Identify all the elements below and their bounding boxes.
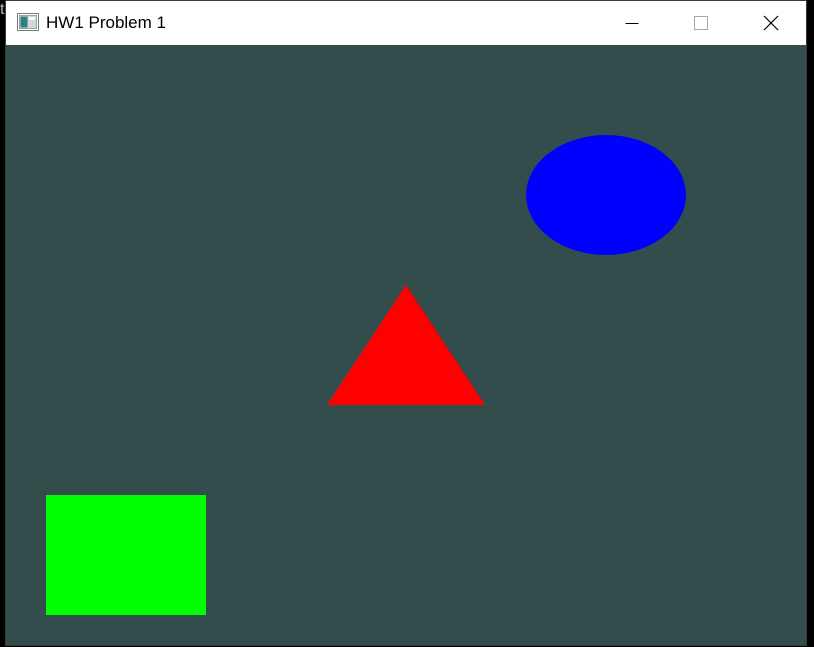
window-title: HW1 Problem 1 xyxy=(46,13,166,32)
render-canvas[interactable] xyxy=(6,45,806,645)
close-icon xyxy=(763,15,779,31)
title-bar[interactable]: HW1 Problem 1 xyxy=(6,1,806,45)
minimize-icon xyxy=(625,23,639,24)
green-rectangle xyxy=(46,495,206,615)
close-button[interactable] xyxy=(736,1,806,45)
scene xyxy=(46,135,686,615)
app-window: HW1 Problem 1 xyxy=(6,1,806,645)
maximize-button[interactable] xyxy=(666,1,736,45)
red-triangle xyxy=(327,285,485,405)
blue-ellipse xyxy=(526,135,686,255)
maximize-icon xyxy=(694,16,708,30)
minimize-button[interactable] xyxy=(596,1,666,45)
app-window-icon xyxy=(17,13,39,31)
